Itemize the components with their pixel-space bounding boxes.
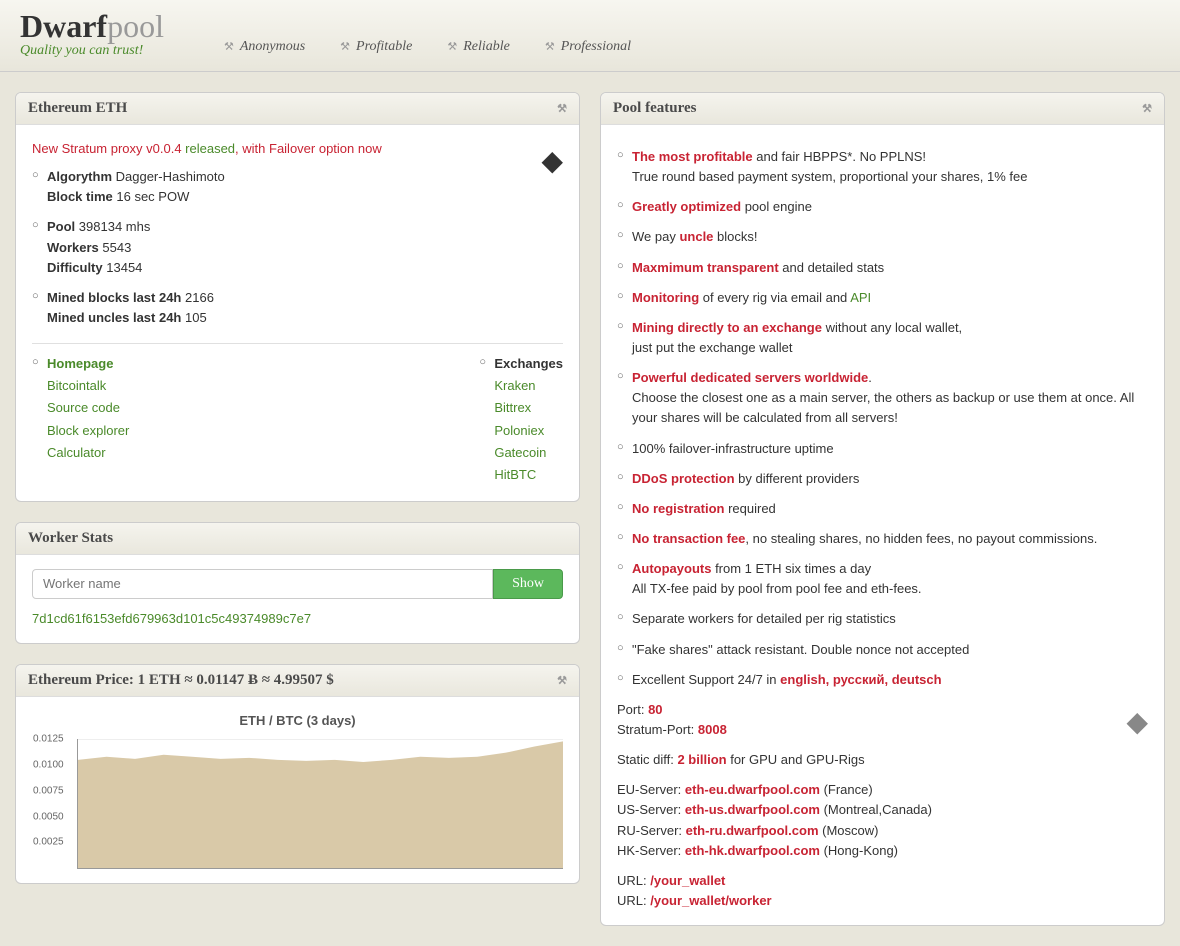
chart-ytick: 0.0050 <box>33 809 64 825</box>
left-links: Homepage Bitcointalk Source code Block e… <box>32 354 129 487</box>
feature-item: Excellent Support 24/7 in english, русск… <box>617 670 1148 690</box>
calculator-link[interactable]: Calculator <box>47 445 106 460</box>
server-info: ◆ Port: 80 Stratum-Port: 8008 Static dif… <box>617 700 1148 911</box>
top-nav: Anonymous Profitable Reliable Profession… <box>224 39 631 59</box>
pool-item: Pool 398134 mhs Workers 5543 Difficulty … <box>32 217 563 277</box>
server-row: RU-Server: eth-ru.dwarfpool.com (Moscow) <box>617 821 1148 841</box>
ethereum-panel-header: Ethereum ETH ⚒ <box>16 93 579 125</box>
gatecoin-link[interactable]: Gatecoin <box>494 445 546 460</box>
explorer-link[interactable]: Block explorer <box>47 423 129 438</box>
worker-stats-panel: Worker Stats Show 7d1cd61f6153efd679963d… <box>15 522 580 644</box>
source-link[interactable]: Source code <box>47 400 120 415</box>
nav-anonymous[interactable]: Anonymous <box>224 39 305 55</box>
hammer-icon: ⚒ <box>1142 102 1152 115</box>
panel-title: Pool features <box>613 100 696 117</box>
bitcointalk-link[interactable]: Bitcointalk <box>47 378 106 393</box>
price-chart: 0.00250.00500.00750.01000.0125 <box>77 739 563 869</box>
tagline: Quality you can trust! <box>20 43 164 59</box>
homepage-link[interactable]: Homepage <box>47 356 113 371</box>
nav-professional[interactable]: Professional <box>545 39 631 55</box>
nav-reliable[interactable]: Reliable <box>447 39 510 55</box>
hammer-icon: ⚒ <box>557 102 567 115</box>
chart-ytick: 0.0025 <box>33 835 64 851</box>
chart-ytick: 0.0100 <box>33 757 64 773</box>
stratum-link[interactable]: released <box>182 141 235 156</box>
panel-title: Ethereum ETH <box>28 100 127 117</box>
feature-item: Monitoring of every rig via email and AP… <box>617 288 1148 308</box>
api-link[interactable]: API <box>850 290 871 305</box>
logo-main: Dwarf <box>20 8 107 44</box>
wallet-hash[interactable]: 7d1cd61f6153efd679963d101c5c49374989c7e7 <box>32 609 563 629</box>
algo-item: Algorythm Dagger-Hashimoto Block time 16… <box>32 167 563 207</box>
nav-profitable[interactable]: Profitable <box>340 39 412 55</box>
server-row: HK-Server: eth-hk.dwarfpool.com (Hong-Ko… <box>617 841 1148 861</box>
feature-item: "Fake shares" attack resistant. Double n… <box>617 640 1148 660</box>
chart-title: ETH / BTC (3 days) <box>32 711 563 731</box>
feature-item: Mining directly to an exchange without a… <box>617 318 1148 358</box>
price-panel-header: Ethereum Price: 1 ETH ≈ 0.01147 Ƀ ≈ 4.99… <box>16 665 579 697</box>
bittrex-link[interactable]: Bittrex <box>494 400 531 415</box>
poloniex-link[interactable]: Poloniex <box>494 423 544 438</box>
right-links: Exchanges Kraken Bittrex Poloniex Gateco… <box>479 354 563 487</box>
feature-item: Autopayouts from 1 ETH six times a dayAl… <box>617 559 1148 599</box>
feature-item: No transaction fee, no stealing shares, … <box>617 529 1148 549</box>
chart-area <box>78 739 563 868</box>
hitbtc-link[interactable]: HitBTC <box>494 467 536 482</box>
server-row: EU-Server: eth-eu.dwarfpool.com (France) <box>617 780 1148 800</box>
feature-item: DDoS protection by different providers <box>617 469 1148 489</box>
stratum-notice: New Stratum proxy v0.0.4 released, with … <box>32 139 563 159</box>
price-panel: Ethereum Price: 1 ETH ≈ 0.01147 Ƀ ≈ 4.99… <box>15 664 580 884</box>
logo[interactable]: Dwarfpool <box>20 8 164 45</box>
hammer-icon: ⚒ <box>557 674 567 687</box>
feature-item: We pay uncle blocks! <box>617 227 1148 247</box>
pool-features-panel: Pool features ⚒ The most profitable and … <box>600 92 1165 926</box>
site-header: Dwarfpool Quality you can trust! Anonymo… <box>0 0 1180 72</box>
features-panel-header: Pool features ⚒ <box>601 93 1164 125</box>
feature-item: No registration required <box>617 499 1148 519</box>
kraken-link[interactable]: Kraken <box>494 378 535 393</box>
feature-item: The most profitable and fair HBPPS*. No … <box>617 147 1148 187</box>
logo-accent: pool <box>107 8 164 44</box>
feature-item: 100% failover-infrastructure uptime <box>617 439 1148 459</box>
logo-block: Dwarfpool Quality you can trust! <box>20 8 164 59</box>
ethereum-panel: Ethereum ETH ⚒ ◆ New Stratum proxy v0.0.… <box>15 92 580 502</box>
chart-ytick: 0.0125 <box>33 732 64 748</box>
worker-panel-header: Worker Stats <box>16 523 579 555</box>
feature-item: Greatly optimized pool engine <box>617 197 1148 217</box>
mined-item: Mined blocks last 24h 2166 Mined uncles … <box>32 288 563 328</box>
features-list: The most profitable and fair HBPPS*. No … <box>617 147 1148 690</box>
panel-title: Ethereum Price: 1 ETH ≈ 0.01147 Ƀ ≈ 4.99… <box>28 672 334 689</box>
worker-name-input[interactable] <box>32 569 493 599</box>
ethereum-icon: ◆ <box>1126 700 1148 743</box>
feature-item: Separate workers for detailed per rig st… <box>617 609 1148 629</box>
server-row: US-Server: eth-us.dwarfpool.com (Montrea… <box>617 800 1148 820</box>
show-button[interactable]: Show <box>493 569 563 599</box>
panel-title: Worker Stats <box>28 530 113 547</box>
chart-ytick: 0.0075 <box>33 783 64 799</box>
feature-item: Maxmimum transparent and detailed stats <box>617 258 1148 278</box>
feature-item: Powerful dedicated servers worldwide.Cho… <box>617 368 1148 428</box>
exchanges-label: Exchanges <box>479 354 563 374</box>
